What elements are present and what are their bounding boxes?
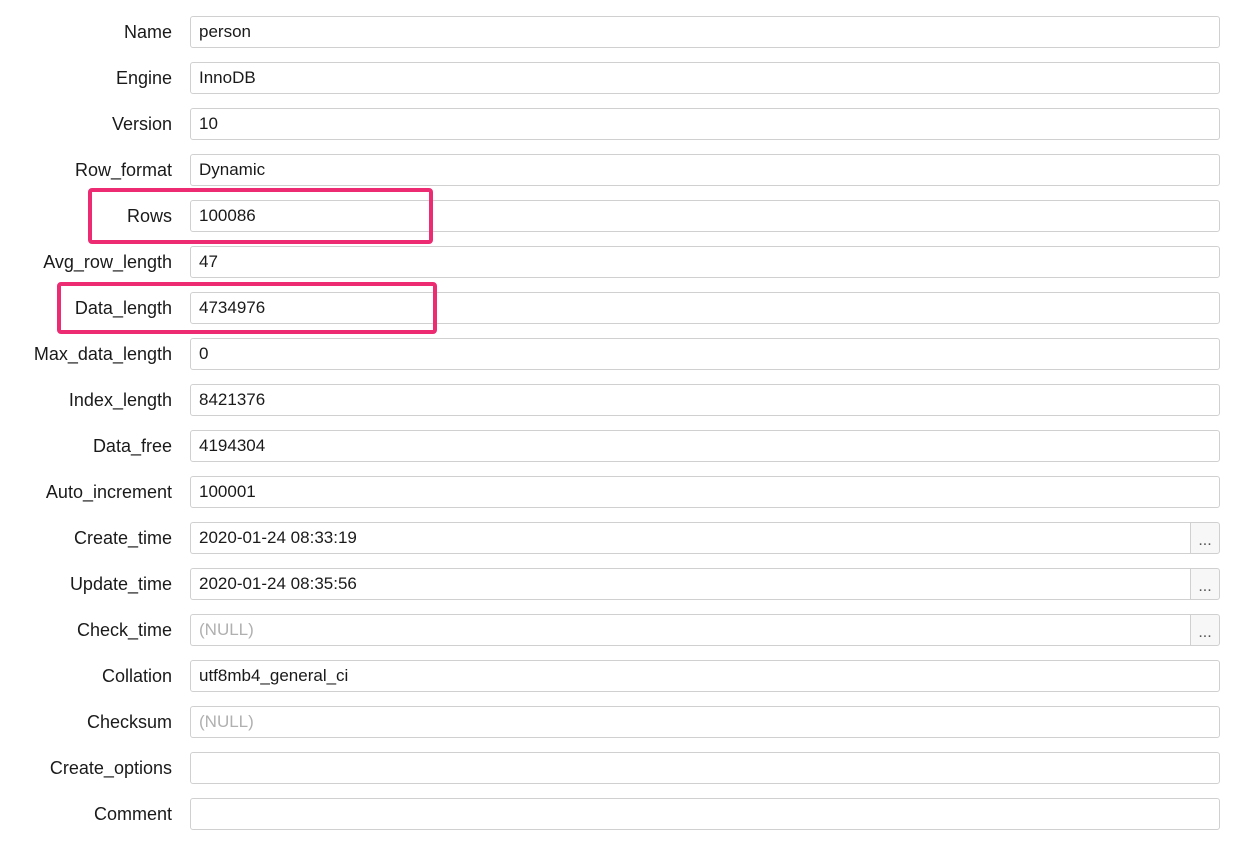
label-auto-increment: Auto_increment xyxy=(20,482,190,503)
table-status-form: Name Engine Version Row_format Rows Avg_… xyxy=(20,16,1220,830)
row-avg-row-length: Avg_row_length xyxy=(20,246,1220,278)
input-engine[interactable] xyxy=(190,62,1220,94)
label-comment: Comment xyxy=(20,804,190,825)
label-collation: Collation xyxy=(20,666,190,687)
ellipsis-icon: ... xyxy=(1198,533,1211,549)
create-time-group: ... xyxy=(190,522,1220,554)
label-create-options: Create_options xyxy=(20,758,190,779)
input-update-time[interactable] xyxy=(190,568,1190,600)
row-name: Name xyxy=(20,16,1220,48)
row-data-length: Data_length xyxy=(20,292,1220,324)
row-max-data-length: Max_data_length xyxy=(20,338,1220,370)
input-max-data-length[interactable] xyxy=(190,338,1220,370)
label-check-time: Check_time xyxy=(20,620,190,641)
row-engine: Engine xyxy=(20,62,1220,94)
row-create-time: Create_time ... xyxy=(20,522,1220,554)
input-create-time[interactable] xyxy=(190,522,1190,554)
input-create-options[interactable] xyxy=(190,752,1220,784)
label-checksum: Checksum xyxy=(20,712,190,733)
label-data-length: Data_length xyxy=(20,298,190,319)
create-time-picker-button[interactable]: ... xyxy=(1190,522,1220,554)
input-rows[interactable] xyxy=(190,200,1220,232)
input-version[interactable] xyxy=(190,108,1220,140)
input-auto-increment[interactable] xyxy=(190,476,1220,508)
input-data-free[interactable] xyxy=(190,430,1220,462)
label-name: Name xyxy=(20,22,190,43)
row-create-options: Create_options xyxy=(20,752,1220,784)
label-create-time: Create_time xyxy=(20,528,190,549)
label-data-free: Data_free xyxy=(20,436,190,457)
ellipsis-icon: ... xyxy=(1198,579,1211,595)
label-rows: Rows xyxy=(20,206,190,227)
row-row-format: Row_format xyxy=(20,154,1220,186)
update-time-picker-button[interactable]: ... xyxy=(1190,568,1220,600)
label-avg-row-length: Avg_row_length xyxy=(20,252,190,273)
row-index-length: Index_length xyxy=(20,384,1220,416)
input-avg-row-length[interactable] xyxy=(190,246,1220,278)
input-check-time[interactable] xyxy=(190,614,1190,646)
check-time-picker-button[interactable]: ... xyxy=(1190,614,1220,646)
label-index-length: Index_length xyxy=(20,390,190,411)
ellipsis-icon: ... xyxy=(1198,625,1211,641)
label-max-data-length: Max_data_length xyxy=(20,344,190,365)
input-checksum[interactable] xyxy=(190,706,1220,738)
row-version: Version xyxy=(20,108,1220,140)
row-data-free: Data_free xyxy=(20,430,1220,462)
check-time-group: ... xyxy=(190,614,1220,646)
row-collation: Collation xyxy=(20,660,1220,692)
row-rows: Rows xyxy=(20,200,1220,232)
input-name[interactable] xyxy=(190,16,1220,48)
update-time-group: ... xyxy=(190,568,1220,600)
row-update-time: Update_time ... xyxy=(20,568,1220,600)
input-comment[interactable] xyxy=(190,798,1220,830)
label-update-time: Update_time xyxy=(20,574,190,595)
input-row-format[interactable] xyxy=(190,154,1220,186)
row-check-time: Check_time ... xyxy=(20,614,1220,646)
label-row-format: Row_format xyxy=(20,160,190,181)
input-collation[interactable] xyxy=(190,660,1220,692)
row-auto-increment: Auto_increment xyxy=(20,476,1220,508)
input-data-length[interactable] xyxy=(190,292,1220,324)
label-engine: Engine xyxy=(20,68,190,89)
row-comment: Comment xyxy=(20,798,1220,830)
label-version: Version xyxy=(20,114,190,135)
input-index-length[interactable] xyxy=(190,384,1220,416)
row-checksum: Checksum xyxy=(20,706,1220,738)
